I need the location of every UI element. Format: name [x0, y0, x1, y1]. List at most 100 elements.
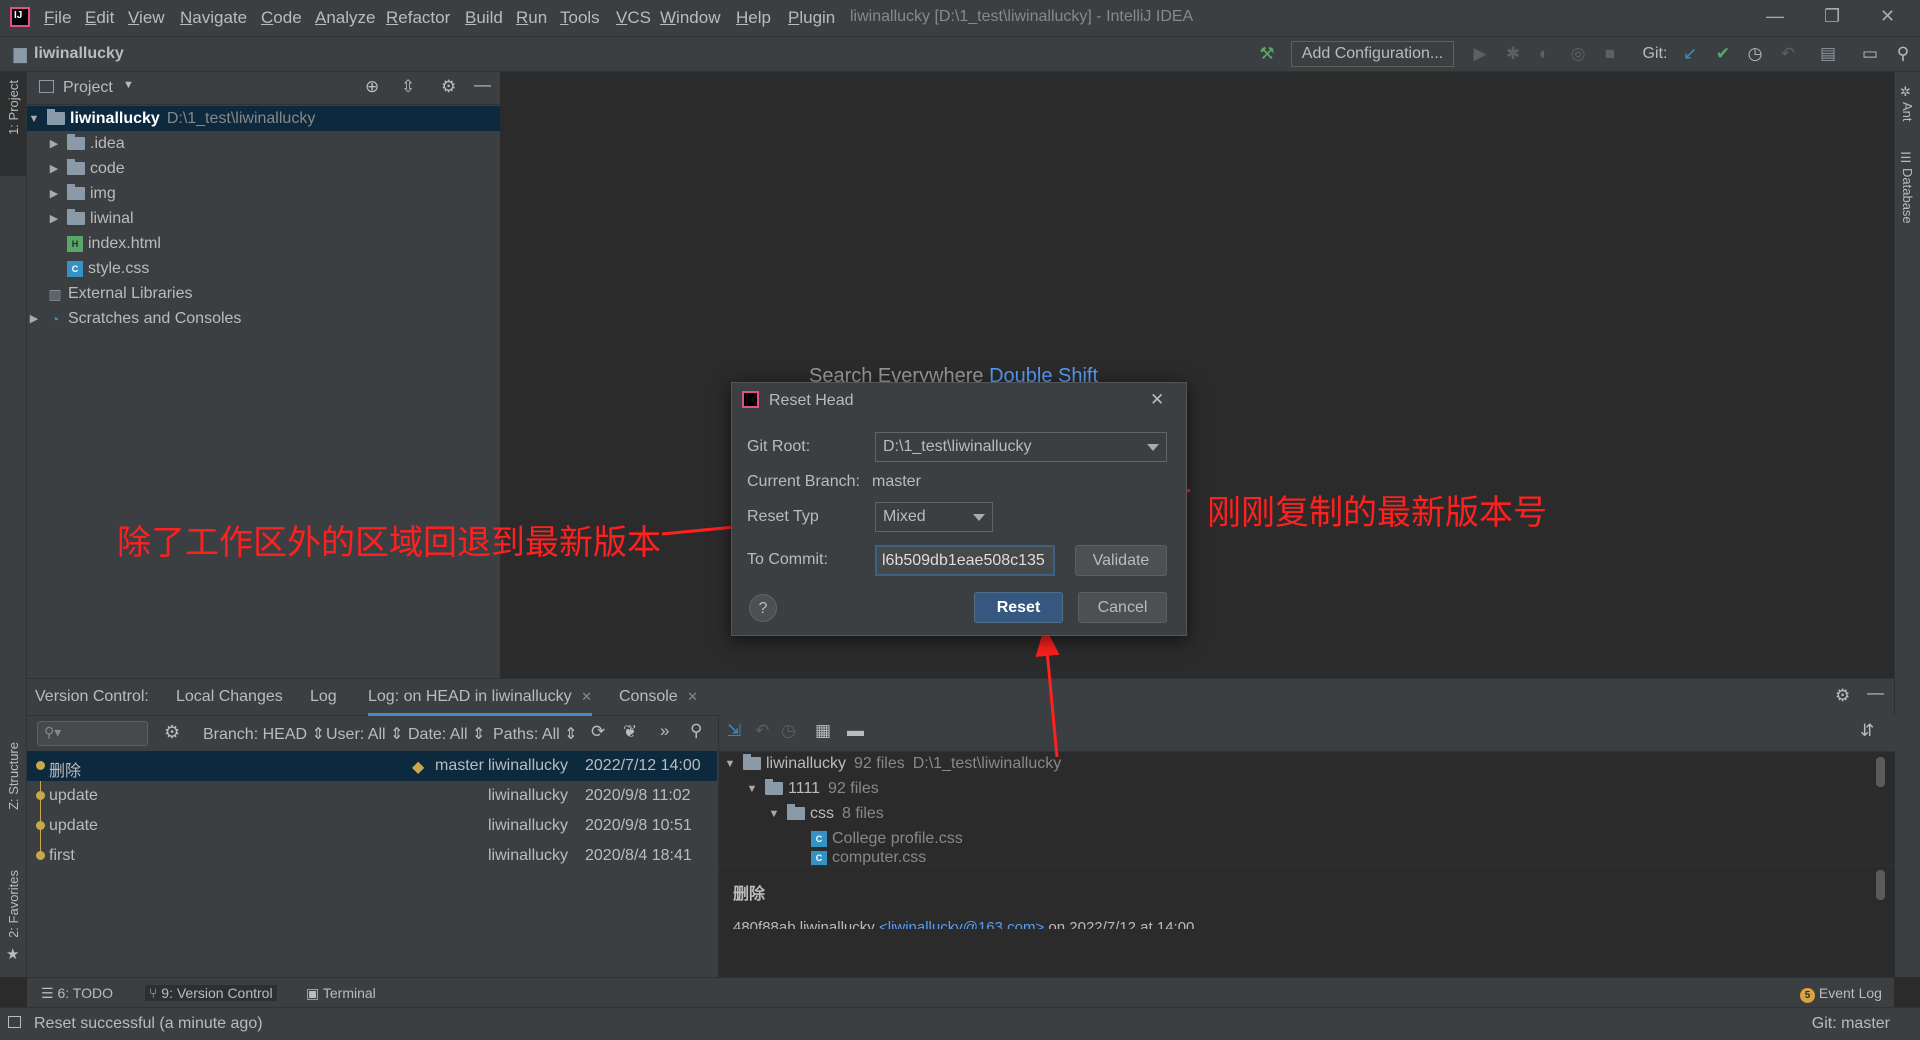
expand-arrow-icon[interactable]: ▼ [723, 758, 737, 770]
menu-plugin[interactable]: Plugin [788, 8, 835, 28]
toggle-tool-windows-icon[interactable] [8, 1016, 21, 1028]
branch-filter[interactable]: Branch: HEAD ⇕ [203, 724, 325, 744]
hide-panel-icon[interactable]: — [1867, 683, 1884, 703]
menu-help[interactable]: Help [736, 8, 771, 28]
close-icon[interactable]: ✕ [1150, 390, 1164, 410]
changes-root[interactable]: ▼ liwinallucky 92 files D:\1_test\liwina… [723, 751, 1061, 776]
more-icon[interactable]: » [660, 721, 669, 741]
project-stripe-button[interactable]: 1: Project [0, 72, 26, 176]
tree-item-liwinal[interactable]: ▶ liwinal [27, 206, 520, 231]
gear-icon[interactable]: ⚙ [1835, 686, 1850, 706]
structure-stripe-button[interactable]: Z: Structure [6, 742, 21, 810]
expand-arrow-icon[interactable]: ▶ [47, 212, 61, 225]
reset-type-select[interactable]: Mixed [875, 502, 993, 532]
git-root-select[interactable]: D:\1_test\liwinallucky [875, 432, 1167, 462]
menu-edit[interactable]: Edit [85, 8, 114, 28]
event-log-tool-button[interactable]: 5 Event Log [1800, 985, 1882, 1003]
close-window-icon[interactable]: ✕ [1880, 6, 1895, 27]
debug-icon[interactable]: ✱ [1503, 44, 1523, 64]
add-configuration-button[interactable]: Add Configuration... [1291, 41, 1454, 67]
build-hammer-icon[interactable]: ⚒ [1257, 44, 1277, 64]
tree-item-scratches[interactable]: ▶ ◔ Scratches and Consoles [27, 306, 500, 331]
expand-all-icon[interactable]: ⇵ [1860, 721, 1874, 741]
commit-row[interactable]: 删除 ◆ master liwinallucky 2022/7/12 14:00 [27, 751, 717, 781]
commit-row[interactable]: update liwinallucky 2020/9/8 10:51 [27, 811, 717, 841]
menu-analyze[interactable]: Analyze [315, 8, 375, 28]
reset-button[interactable]: Reset [974, 592, 1063, 623]
tree-item-code[interactable]: ▶ code [27, 156, 520, 181]
help-button[interactable]: ? [749, 594, 777, 622]
locate-file-icon[interactable]: ⊕ [365, 77, 379, 97]
menu-build[interactable]: Build [465, 8, 503, 28]
tree-item-index-html[interactable]: Hindex.html [27, 231, 540, 256]
expand-arrow-icon[interactable]: ▼ [27, 113, 41, 125]
menu-code[interactable]: Code [261, 8, 302, 28]
ant-stripe-button[interactable]: Ant [1900, 102, 1915, 122]
todo-tool-button[interactable]: ☰ 6: TODO [41, 985, 113, 1002]
preview-icon[interactable]: ▬ [847, 721, 864, 741]
changed-file-row[interactable]: C College profile.css [811, 826, 963, 851]
tab-local-changes[interactable]: Local Changes [176, 688, 283, 706]
menu-file[interactable]: File [44, 8, 71, 28]
changes-folder-css[interactable]: ▼ css 8 files [767, 801, 884, 826]
changes-folder-1111[interactable]: ▼ 1111 92 files [745, 776, 879, 801]
run-icon[interactable]: ▶ [1470, 44, 1490, 64]
revert-icon[interactable]: ↶ [755, 721, 769, 741]
cherry-pick-icon[interactable]: ❦ [623, 722, 637, 742]
show-diff-icon[interactable]: ⇲ [727, 721, 741, 741]
menu-refactor[interactable]: Refactor [386, 8, 450, 28]
group-by-icon[interactable]: ▦ [815, 721, 831, 741]
user-filter[interactable]: User: All ⇕ [326, 724, 403, 744]
tab-log[interactable]: Log [310, 688, 337, 706]
project-structure-icon[interactable]: ▤ [1818, 44, 1838, 64]
project-view-selector[interactable]: Project [63, 79, 113, 97]
close-tab-icon[interactable]: ✕ [581, 689, 592, 704]
tree-item-img[interactable]: ▶ img [27, 181, 520, 206]
cancel-button[interactable]: Cancel [1078, 592, 1167, 623]
tree-root-liwinallucky[interactable]: ▼ liwinallucky D:\1_test\liwinallucky [27, 106, 500, 131]
expand-arrow-icon[interactable]: ▼ [767, 808, 781, 820]
profile-icon[interactable]: ◎ [1568, 44, 1588, 64]
expand-arrow-icon[interactable]: ▶ [47, 187, 61, 200]
expand-arrow-icon[interactable]: ▶ [47, 137, 61, 150]
minimize-icon[interactable]: — [1766, 6, 1784, 27]
expand-arrow-icon[interactable]: ▶ [27, 312, 41, 325]
tab-console[interactable]: Console ✕ [619, 688, 698, 706]
gear-icon[interactable]: ⚙ [164, 722, 180, 743]
commit-row[interactable]: first liwinallucky 2020/8/4 18:41 [27, 841, 717, 871]
history-icon[interactable]: ◷ [781, 721, 796, 741]
hide-panel-icon[interactable]: — [474, 75, 491, 95]
menu-run[interactable]: Run [516, 8, 547, 28]
git-commit-icon[interactable]: ✔ [1713, 44, 1733, 64]
coverage-icon[interactable]: ◐ [1534, 44, 1554, 64]
chevron-down-icon[interactable]: ▼ [123, 79, 134, 91]
search-everywhere-icon[interactable]: ⚲ [1893, 44, 1913, 64]
menu-window[interactable]: Window [660, 8, 720, 28]
gear-icon[interactable]: ⚙ [441, 77, 456, 97]
tree-item-external-libraries[interactable]: ▥ External Libraries [27, 281, 520, 306]
git-branch-status[interactable]: Git: master [1812, 1015, 1890, 1033]
menu-vcs[interactable]: VCS [616, 8, 651, 28]
changed-file-row[interactable]: Ccomputer.css [811, 851, 926, 865]
git-update-icon[interactable]: ↙ [1680, 44, 1700, 64]
menu-view[interactable]: View [128, 8, 165, 28]
tab-log-on-head[interactable]: Log: on HEAD in liwinallucky ✕ [368, 688, 593, 716]
expand-arrow-icon[interactable]: ▶ [47, 162, 61, 175]
stop-icon[interactable]: ■ [1600, 44, 1620, 64]
to-commit-input[interactable]: l6b509db1eae508c135 [875, 545, 1055, 576]
changes-scrollbar[interactable] [1876, 757, 1885, 787]
version-control-tool-button[interactable]: ⑂ 9: Version Control [145, 985, 277, 1001]
log-search-input[interactable]: ⚲▾ [37, 721, 148, 746]
refresh-icon[interactable]: ⟳ [591, 722, 605, 742]
terminal-tool-button[interactable]: ▣ Terminal [306, 985, 376, 1002]
date-filter[interactable]: Date: All ⇕ [408, 724, 485, 744]
navigation-project-name[interactable]: liwinallucky [34, 45, 124, 63]
menu-tools[interactable]: Tools [560, 8, 600, 28]
commit-author-email[interactable]: <liwinallucky@163.com> [879, 919, 1044, 929]
menu-navigate[interactable]: Navigate [180, 8, 247, 28]
git-rollback-icon[interactable]: ↶ [1778, 44, 1798, 64]
git-history-icon[interactable]: ◷ [1745, 44, 1765, 64]
commit-row[interactable]: update liwinallucky 2020/9/8 11:02 [27, 781, 717, 811]
paths-filter[interactable]: Paths: All ⇕ [493, 724, 578, 744]
restore-icon[interactable]: ❐ [1824, 6, 1840, 27]
